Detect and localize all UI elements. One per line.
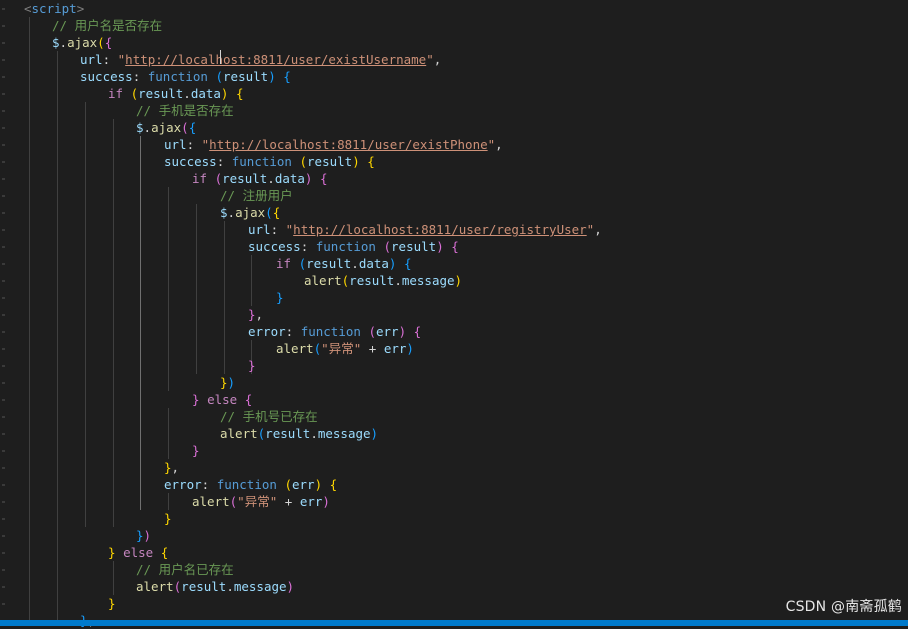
code-line: } [108, 596, 116, 611]
code-line: }, [248, 307, 264, 322]
code-line: $.ajax({ [52, 35, 113, 50]
indent-guide [113, 561, 114, 595]
gutter-marker [2, 144, 5, 146]
code-line: error: function (err) { [248, 324, 422, 339]
gutter-marker [2, 297, 5, 299]
code-line: // 手机是否存在 [136, 103, 234, 118]
gutter-marker [2, 229, 5, 231]
gutter-marker [2, 569, 5, 571]
gutter-marker [2, 603, 5, 605]
code-line: $.ajax({ [220, 205, 281, 220]
code-line: }, [164, 460, 180, 475]
code-line: if (result.data) { [276, 256, 412, 271]
gutter-marker [2, 552, 5, 554]
gutter-marker [2, 8, 5, 10]
gutter-marker [2, 586, 5, 588]
gutter-marker [2, 212, 5, 214]
gutter-marker [2, 535, 5, 537]
indent-guide [251, 255, 252, 306]
gutter-marker [2, 484, 5, 486]
indent-guide [113, 119, 114, 527]
gutter-marker [2, 416, 5, 418]
code-line: alert(result.message) [220, 426, 379, 441]
gutter-marker [2, 161, 5, 163]
gutter-marker [2, 263, 5, 265]
code-line: alert(result.message) [136, 579, 295, 594]
code-line: } [248, 358, 256, 373]
code-line: success: function (result) { [164, 154, 375, 169]
code-line: error: function (err) { [164, 477, 338, 492]
gutter-marker [2, 246, 5, 248]
gutter-marker [2, 314, 5, 316]
code-line: } [192, 443, 200, 458]
code-area[interactable]: <script> // 用户名是否存在 $.ajax({ url: "http:… [24, 0, 908, 628]
gutter-marker [2, 518, 5, 520]
code-line: }) [220, 375, 236, 390]
gutter-marker [2, 93, 5, 95]
code-line: } [164, 511, 172, 526]
indent-guide [224, 221, 225, 374]
indent-guide [196, 204, 197, 374]
gutter-marker [2, 348, 5, 350]
indent-guide [168, 408, 169, 459]
code-line: } else { [192, 392, 253, 407]
code-line: url: "http://localhost:8811/user/registr… [248, 222, 602, 237]
gutter-marker [2, 195, 5, 197]
code-line: url: "http://localhost:8811/user/existUs… [80, 52, 442, 67]
gutter-marker [2, 280, 5, 282]
code-line: // 注册用户 [220, 188, 293, 203]
text-cursor [220, 50, 221, 64]
gutter-marker [2, 178, 5, 180]
indent-guide [29, 17, 30, 620]
code-line: if (result.data) { [192, 171, 328, 186]
code-line: } [276, 290, 284, 305]
indent-guide [85, 102, 86, 527]
gutter-marker [2, 25, 5, 27]
gutter-marker [2, 450, 5, 452]
code-line: } else { [108, 545, 169, 560]
watermark: CSDN @南斋孤鹤 [785, 599, 902, 615]
gutter-marker [2, 110, 5, 112]
code-line: alert("异常" + err) [276, 341, 414, 356]
code-line: }) [136, 528, 152, 543]
indent-guide [140, 136, 141, 510]
code-line: // 手机号已存在 [220, 409, 318, 424]
status-bar [0, 620, 908, 626]
code-line: success: function (result) { [80, 69, 291, 84]
code-line: success: function (result) { [248, 239, 459, 254]
code-line: url: "http://localhost:8811/user/existPh… [164, 137, 503, 152]
code-editor[interactable]: <script> // 用户名是否存在 $.ajax({ url: "http:… [0, 0, 908, 628]
editor-gutter [0, 0, 14, 622]
gutter-marker [2, 59, 5, 61]
code-line: $.ajax({ [136, 120, 197, 135]
indent-guide [168, 493, 169, 510]
code-line: // 用户名是否存在 [52, 18, 163, 33]
code-line: alert("异常" + err) [192, 494, 330, 509]
indent-guide [57, 51, 58, 620]
gutter-marker [2, 76, 5, 78]
gutter-marker [2, 42, 5, 44]
gutter-marker [2, 467, 5, 469]
gutter-marker [2, 433, 5, 435]
gutter-marker [2, 382, 5, 384]
code-line: <script> [24, 1, 85, 16]
code-line: alert(result.message) [304, 273, 463, 288]
indent-guide [168, 187, 169, 391]
code-line: // 用户名已存在 [136, 562, 234, 577]
gutter-marker [2, 331, 5, 333]
gutter-marker [2, 399, 5, 401]
gutter-marker [2, 127, 5, 129]
code-line: if (result.data) { [108, 86, 244, 101]
gutter-marker [2, 365, 5, 367]
gutter-marker [2, 501, 5, 503]
